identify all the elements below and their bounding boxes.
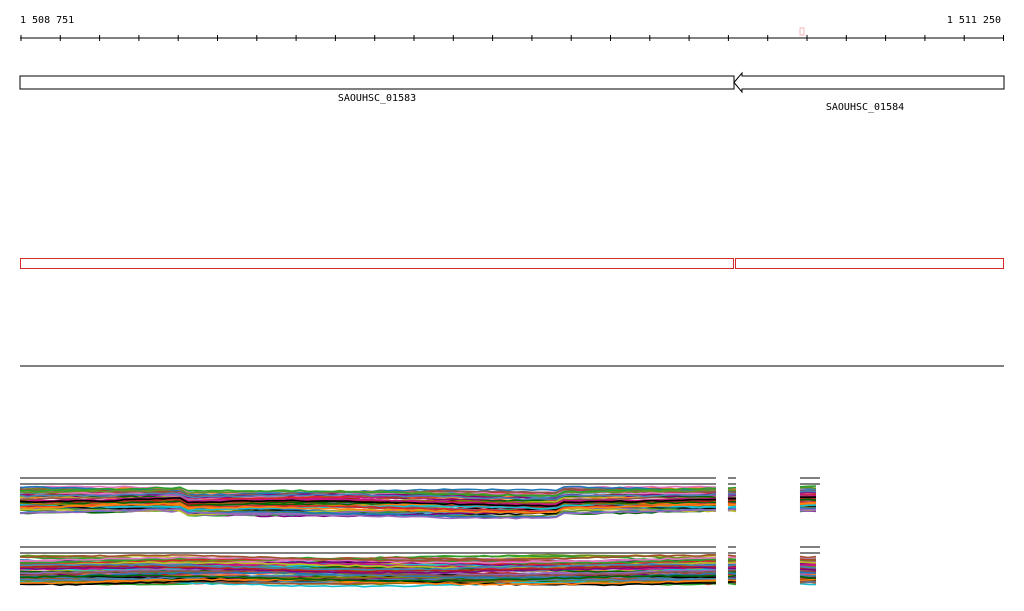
coverage-reverse-series-line	[799, 574, 817, 577]
coverage-track-forward	[19, 477, 820, 520]
position-marker	[799, 27, 805, 36]
coverage-reverse-series-line	[799, 555, 817, 559]
coverage-reverse-series-line	[727, 564, 737, 567]
coverage-reverse-series-line	[799, 563, 817, 566]
coordinate-ruler: 1 508 751 1 511 250	[20, 15, 1004, 41]
ruler-start-label: 1 508 751	[20, 15, 74, 26]
coverage-reverse-series-line	[799, 561, 817, 564]
coverage-forward-series-line	[799, 485, 817, 488]
coverage-forward-series-line	[799, 506, 817, 510]
region-track	[20, 258, 1004, 269]
coverage-reverse-series-line	[727, 579, 737, 582]
gene-label-saouhsc-01584: SAOUHSC_01584	[826, 102, 904, 113]
coverage-forward-series-line	[727, 508, 737, 511]
coverage-forward-series-line	[727, 486, 737, 490]
coverage-reverse-series-line	[727, 554, 737, 557]
coverage-forward-series-line	[727, 500, 737, 503]
coverage-track-reverse	[19, 546, 820, 588]
coverage-forward-series-line	[727, 503, 737, 506]
coverage-forward-series-line	[727, 505, 737, 509]
coverage-reverse-series-line	[799, 582, 817, 586]
coverage-reverse-series-line	[727, 558, 737, 561]
coverage-reverse-series-line	[727, 580, 737, 583]
coverage-reverse-series-line	[727, 561, 737, 564]
coverage-reverse-series-line	[727, 582, 737, 586]
region-box-saouhsc-01583[interactable]	[20, 258, 734, 269]
gene-arrow-saouhsc-01584[interactable]	[733, 71, 1005, 94]
coverage-reverse-series-line	[799, 571, 817, 574]
coverage-forward-series-line	[799, 492, 817, 495]
genome-browser-view: 1 508 751 1 511 250 SAOUHSC_01583 SAOUHS…	[19, 15, 1005, 588]
coverage-forward-series-line	[799, 504, 817, 507]
ruler-end-label: 1 511 250	[947, 15, 1001, 26]
region-box-saouhsc-01584[interactable]	[735, 258, 1004, 269]
gene-label-saouhsc-01583: SAOUHSC_01583	[338, 93, 416, 104]
coverage-reverse-series-line	[727, 569, 737, 572]
coverage-reverse-series-line	[799, 578, 817, 581]
gene-arrow-saouhsc-01583[interactable]	[19, 75, 735, 90]
coverage-forward-series-line	[799, 490, 817, 493]
gene-track: SAOUHSC_01583 SAOUHSC_01584	[19, 71, 1005, 113]
